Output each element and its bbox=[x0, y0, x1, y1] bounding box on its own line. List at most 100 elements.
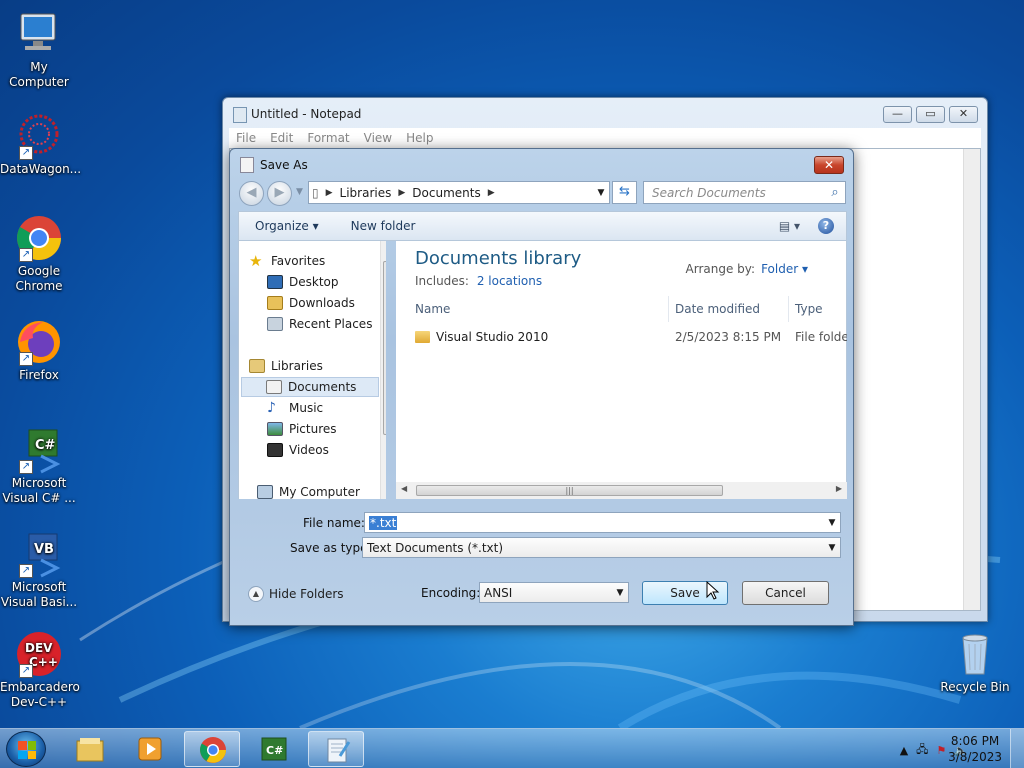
cancel-button[interactable]: Cancel bbox=[742, 581, 829, 605]
network-icon[interactable]: 🖧 bbox=[916, 741, 928, 760]
nav-desktop[interactable]: Desktop bbox=[267, 272, 386, 292]
menu-edit[interactable]: Edit bbox=[263, 131, 300, 145]
action-center-icon[interactable]: ⚑ bbox=[936, 744, 946, 757]
scrollbar-thumb[interactable]: ||| bbox=[416, 485, 723, 496]
back-button[interactable]: ◀ bbox=[239, 181, 264, 206]
desktop-icon-datawagon[interactable]: ↗ DataWagon... bbox=[0, 112, 81, 177]
column-header-type[interactable]: Type bbox=[789, 296, 847, 322]
locations-link[interactable]: 2 locations bbox=[477, 274, 542, 288]
chevron-down-icon[interactable]: ▼ bbox=[824, 543, 840, 553]
scroll-left-icon[interactable]: ◀ bbox=[401, 484, 407, 493]
file-date: 2/5/2023 8:15 PM bbox=[675, 330, 782, 344]
nav-label: Downloads bbox=[289, 296, 355, 310]
menu-view[interactable]: View bbox=[357, 131, 399, 145]
encoding-select[interactable]: ANSI ▼ bbox=[479, 582, 629, 603]
scrollbar-thumb[interactable] bbox=[383, 261, 386, 435]
navigation-scrollbar[interactable] bbox=[380, 241, 386, 499]
desktop-icon-visual-csharp[interactable]: C# ↗ Microsoft Visual C# ... bbox=[0, 426, 78, 506]
menu-format[interactable]: Format bbox=[300, 131, 356, 145]
desktop-icon-visual-basic[interactable]: VB ↗ Microsoft Visual Basi... bbox=[0, 530, 78, 610]
nav-videos[interactable]: Videos bbox=[267, 440, 386, 460]
nav-documents[interactable]: Documents bbox=[241, 377, 379, 397]
organize-button[interactable]: Organize ▾ bbox=[239, 219, 335, 233]
recycle-bin-icon bbox=[951, 630, 999, 678]
menu-help[interactable]: Help bbox=[399, 131, 440, 145]
breadcrumb-libraries[interactable]: Libraries bbox=[337, 186, 395, 200]
save-as-type-value: Text Documents (*.txt) bbox=[367, 540, 504, 555]
downloads-icon bbox=[267, 296, 283, 310]
chevron-down-icon[interactable]: ▼ bbox=[824, 518, 840, 528]
music-icon: ♪ bbox=[267, 400, 276, 416]
search-input[interactable]: Search Documents ⌕ bbox=[643, 181, 846, 204]
computer-icon bbox=[15, 10, 63, 58]
chevron-down-icon[interactable]: ▼ bbox=[612, 588, 628, 598]
dialog-title: Save As bbox=[260, 158, 308, 172]
nav-my-computer[interactable]: My Computer bbox=[257, 482, 386, 499]
refresh-button[interactable]: ⇆ bbox=[612, 181, 637, 204]
save-as-type-select[interactable]: Text Documents (*.txt) ▼ bbox=[362, 537, 841, 558]
arrange-label: Arrange by: bbox=[685, 262, 756, 276]
notepad-icon bbox=[233, 107, 247, 123]
nav-label: Desktop bbox=[289, 275, 339, 289]
taskbar-chrome[interactable] bbox=[184, 731, 240, 767]
column-header-name[interactable]: Name bbox=[409, 296, 669, 322]
svg-text:C++: C++ bbox=[29, 655, 58, 669]
new-folder-button[interactable]: New folder bbox=[335, 219, 432, 233]
desktop-icon-devcpp[interactable]: DEV C++ ↗ Embarcadero Dev-C++ bbox=[0, 630, 80, 710]
minimize-button[interactable]: — bbox=[883, 106, 912, 123]
dialog-icon bbox=[240, 157, 254, 173]
nav-favorites[interactable]: ★ Favorites bbox=[249, 251, 386, 271]
navigation-pane: ★ Favorites Desktop Downloads Recent Pla… bbox=[238, 241, 386, 499]
notepad-scrollbar[interactable] bbox=[963, 149, 980, 610]
start-button[interactable] bbox=[6, 731, 46, 767]
close-button[interactable]: ✕ bbox=[949, 106, 978, 123]
nav-label: Documents bbox=[288, 380, 357, 394]
visual-basic-icon: VB ↗ bbox=[15, 530, 63, 578]
shortcut-arrow-icon: ↗ bbox=[19, 352, 33, 366]
horizontal-scrollbar[interactable]: ◀ ||| ▶ bbox=[396, 482, 847, 499]
change-view-button[interactable]: ▤ ▾ bbox=[779, 219, 818, 233]
nav-pictures[interactable]: Pictures bbox=[267, 419, 386, 439]
recent-places-icon bbox=[267, 317, 283, 331]
show-desktop-button[interactable] bbox=[1010, 729, 1024, 768]
taskbar-visual-csharp[interactable]: C# bbox=[246, 731, 302, 767]
recent-locations-dropdown[interactable]: ▼ bbox=[296, 187, 303, 197]
file-name-label: File name: bbox=[303, 516, 365, 530]
chevron-down-icon[interactable]: ▼ bbox=[593, 188, 609, 198]
scroll-right-icon[interactable]: ▶ bbox=[836, 484, 842, 493]
hide-folders-button[interactable]: ▲ Hide Folders bbox=[248, 586, 344, 602]
help-icon[interactable]: ? bbox=[818, 218, 834, 234]
forward-button[interactable]: ▶ bbox=[267, 181, 292, 206]
arrange-dropdown[interactable]: Folder ▾ bbox=[761, 262, 808, 276]
taskbar-explorer[interactable] bbox=[62, 731, 118, 767]
chevron-right-icon[interactable]: ▶ bbox=[394, 188, 409, 198]
desktop-icon-my-computer[interactable]: My Computer bbox=[0, 10, 78, 90]
clock[interactable]: 8:06 PM 3/8/2023 bbox=[948, 733, 1002, 765]
svg-text:DEV: DEV bbox=[25, 641, 53, 655]
nav-music[interactable]: ♪ Music bbox=[267, 398, 386, 418]
taskbar-notepad[interactable] bbox=[308, 731, 364, 767]
file-row[interactable]: Visual Studio 2010 2/5/2023 8:15 PM File… bbox=[396, 327, 847, 349]
taskbar-media-player[interactable] bbox=[122, 731, 178, 767]
desktop-icon-firefox[interactable]: ↗ Firefox bbox=[0, 318, 78, 383]
dialog-close-button[interactable]: ✕ bbox=[814, 156, 844, 174]
chevron-right-icon[interactable]: ▶ bbox=[322, 188, 337, 198]
maximize-button[interactable]: ▭ bbox=[916, 106, 945, 123]
nav-recent-places[interactable]: Recent Places bbox=[267, 314, 386, 334]
breadcrumb-documents[interactable]: Documents bbox=[409, 186, 483, 200]
nav-label: Favorites bbox=[271, 254, 326, 268]
address-bar[interactable]: ▯ ▶ Libraries ▶ Documents ▶ ▼ bbox=[308, 181, 610, 204]
chevron-right-icon[interactable]: ▶ bbox=[484, 188, 499, 198]
nav-downloads[interactable]: Downloads bbox=[267, 293, 386, 313]
desktop-icon-recycle-bin[interactable]: Recycle Bin bbox=[936, 630, 1014, 695]
file-name: Visual Studio 2010 bbox=[436, 330, 549, 344]
file-name-field[interactable]: *.txt ▼ bbox=[364, 512, 841, 533]
nav-libraries[interactable]: Libraries bbox=[249, 356, 386, 376]
nav-label: Libraries bbox=[271, 359, 323, 373]
column-header-date-modified[interactable]: Date modified bbox=[669, 296, 789, 322]
datawagon-icon: ↗ bbox=[15, 112, 63, 160]
search-icon[interactable]: ⌕ bbox=[825, 185, 845, 200]
show-hidden-icons-button[interactable]: ▲ bbox=[900, 744, 908, 757]
desktop-icon-chrome[interactable]: ↗ Google Chrome bbox=[0, 214, 78, 294]
menu-file[interactable]: File bbox=[229, 131, 263, 145]
